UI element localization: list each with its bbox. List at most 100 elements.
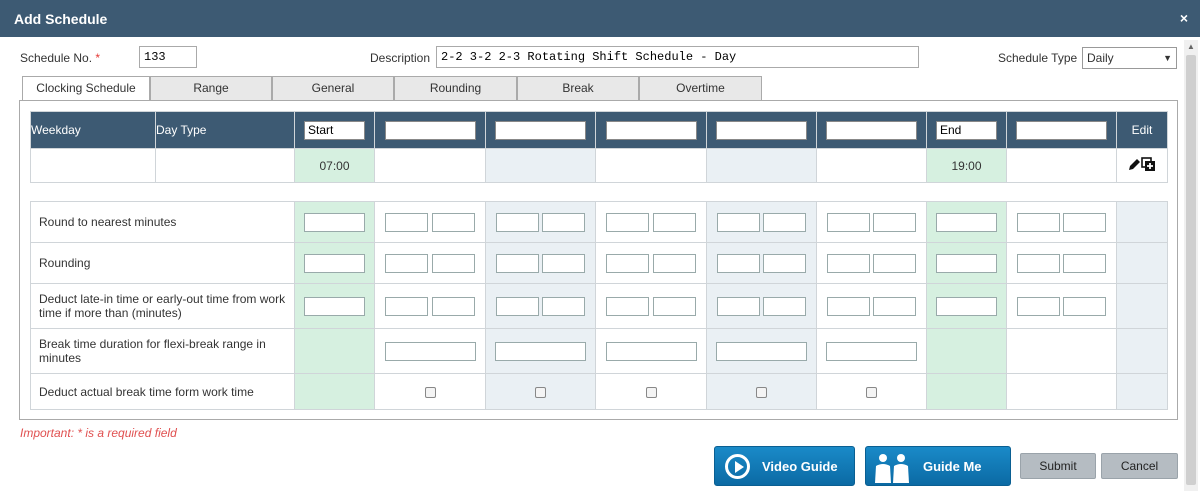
- rule-input[interactable]: [431, 212, 475, 232]
- schedule-grid: Weekday Day Type Edit 07:00 19:00: [30, 111, 1168, 183]
- rule-input[interactable]: [384, 341, 476, 361]
- rule-input[interactable]: [763, 296, 807, 316]
- rule-input[interactable]: [1063, 296, 1107, 316]
- rule-checkbox[interactable]: [424, 386, 436, 398]
- rule-checkbox[interactable]: [645, 386, 657, 398]
- rule-input[interactable]: [873, 296, 917, 316]
- rule-input[interactable]: [304, 212, 365, 232]
- rule-input[interactable]: [431, 253, 475, 273]
- rule-input[interactable]: [304, 296, 365, 316]
- rule-cell: [595, 242, 707, 284]
- rule-cell: [816, 328, 927, 374]
- rule-input[interactable]: [431, 296, 475, 316]
- slot-name-input[interactable]: [1016, 120, 1107, 140]
- rule-checkbox[interactable]: [535, 386, 546, 398]
- rule-input[interactable]: [1063, 212, 1107, 232]
- rule-input[interactable]: [826, 341, 917, 361]
- scroll-up-icon[interactable]: ▲: [1187, 42, 1195, 51]
- rule-input[interactable]: [495, 212, 539, 232]
- rule-input[interactable]: [1016, 212, 1060, 232]
- people-icon: [875, 454, 909, 483]
- rule-cell: [816, 283, 927, 329]
- rule-input[interactable]: [873, 253, 917, 273]
- description-input[interactable]: [436, 46, 919, 68]
- rule-cell: [1116, 373, 1168, 410]
- tab-overtime[interactable]: Overtime: [639, 76, 762, 101]
- slot-name-input[interactable]: [384, 120, 476, 140]
- cancel-button[interactable]: Cancel: [1101, 453, 1178, 479]
- break-duration-label: Break time duration for flexi-break rang…: [30, 328, 295, 374]
- rule-input[interactable]: [542, 296, 586, 316]
- slot-name-input[interactable]: [826, 120, 917, 140]
- time-cell: [706, 148, 817, 183]
- slot-name-input[interactable]: [716, 120, 807, 140]
- slot-header: [816, 111, 927, 149]
- rule-input[interactable]: [826, 296, 870, 316]
- rule-checkbox[interactable]: [756, 386, 767, 398]
- rule-input[interactable]: [606, 296, 650, 316]
- rule-cell: [374, 242, 486, 284]
- rule-input[interactable]: [763, 212, 807, 232]
- slot-name-input[interactable]: [304, 120, 365, 140]
- rule-cell: [374, 283, 486, 329]
- tab-break[interactable]: Break: [517, 76, 639, 101]
- tab-rounding[interactable]: Rounding: [394, 76, 517, 101]
- rule-input[interactable]: [826, 212, 870, 232]
- rule-input[interactable]: [606, 212, 650, 232]
- rule-input[interactable]: [716, 296, 760, 316]
- dialog-titlebar: Add Schedule ×: [0, 0, 1200, 37]
- edit-cell: [1116, 148, 1168, 183]
- time-cell: [816, 148, 927, 183]
- rule-input[interactable]: [763, 253, 807, 273]
- rule-input[interactable]: [716, 341, 807, 361]
- rule-input[interactable]: [716, 253, 760, 273]
- rule-input[interactable]: [495, 253, 539, 273]
- rule-input[interactable]: [873, 212, 917, 232]
- rule-input[interactable]: [605, 341, 697, 361]
- rule-input[interactable]: [1016, 296, 1060, 316]
- rule-input[interactable]: [936, 253, 997, 273]
- time-cell: [485, 148, 596, 183]
- slot-name-input[interactable]: [495, 120, 586, 140]
- rule-checkbox[interactable]: [866, 386, 877, 398]
- rule-cell: [485, 283, 596, 329]
- tab-range[interactable]: Range: [150, 76, 272, 101]
- rule-input[interactable]: [936, 212, 997, 232]
- rule-input[interactable]: [385, 212, 429, 232]
- rule-cell: [1006, 242, 1117, 284]
- rule-input[interactable]: [826, 253, 870, 273]
- close-icon[interactable]: ×: [1180, 10, 1188, 26]
- table-row: Round to nearest minutes: [30, 201, 1168, 243]
- rule-input[interactable]: [652, 253, 696, 273]
- submit-button[interactable]: Submit: [1020, 453, 1096, 479]
- slot-name-input[interactable]: [936, 120, 997, 140]
- tab-panel: Weekday Day Type Edit 07:00 19:00: [19, 100, 1178, 420]
- rule-input[interactable]: [1063, 253, 1107, 273]
- schedule-no-input[interactable]: [139, 46, 197, 68]
- slot-name-input[interactable]: [605, 120, 697, 140]
- rule-input[interactable]: [652, 296, 696, 316]
- rule-input[interactable]: [542, 212, 586, 232]
- rule-input[interactable]: [936, 296, 997, 316]
- copy-add-icon[interactable]: [1141, 157, 1155, 171]
- rule-input[interactable]: [652, 212, 696, 232]
- rule-input[interactable]: [385, 253, 429, 273]
- rule-cell: [294, 328, 375, 374]
- video-guide-button[interactable]: Video Guide: [714, 446, 855, 486]
- tab-general[interactable]: General: [272, 76, 394, 101]
- rule-input[interactable]: [385, 296, 429, 316]
- rule-input[interactable]: [1016, 253, 1060, 273]
- rule-input[interactable]: [606, 253, 650, 273]
- scrollbar-thumb[interactable]: [1186, 55, 1196, 485]
- rule-input[interactable]: [716, 212, 760, 232]
- rule-input[interactable]: [542, 253, 586, 273]
- slot-header: [595, 111, 707, 149]
- tab-clocking-schedule[interactable]: Clocking Schedule: [22, 76, 150, 102]
- vertical-scrollbar[interactable]: ▲: [1184, 40, 1198, 491]
- guide-me-button[interactable]: Guide Me: [865, 446, 1011, 486]
- pencil-icon[interactable]: [1129, 159, 1140, 170]
- rule-input[interactable]: [495, 296, 539, 316]
- rule-input[interactable]: [495, 341, 586, 361]
- rule-input[interactable]: [304, 253, 365, 273]
- schedule-type-select[interactable]: Daily ▼: [1082, 47, 1177, 69]
